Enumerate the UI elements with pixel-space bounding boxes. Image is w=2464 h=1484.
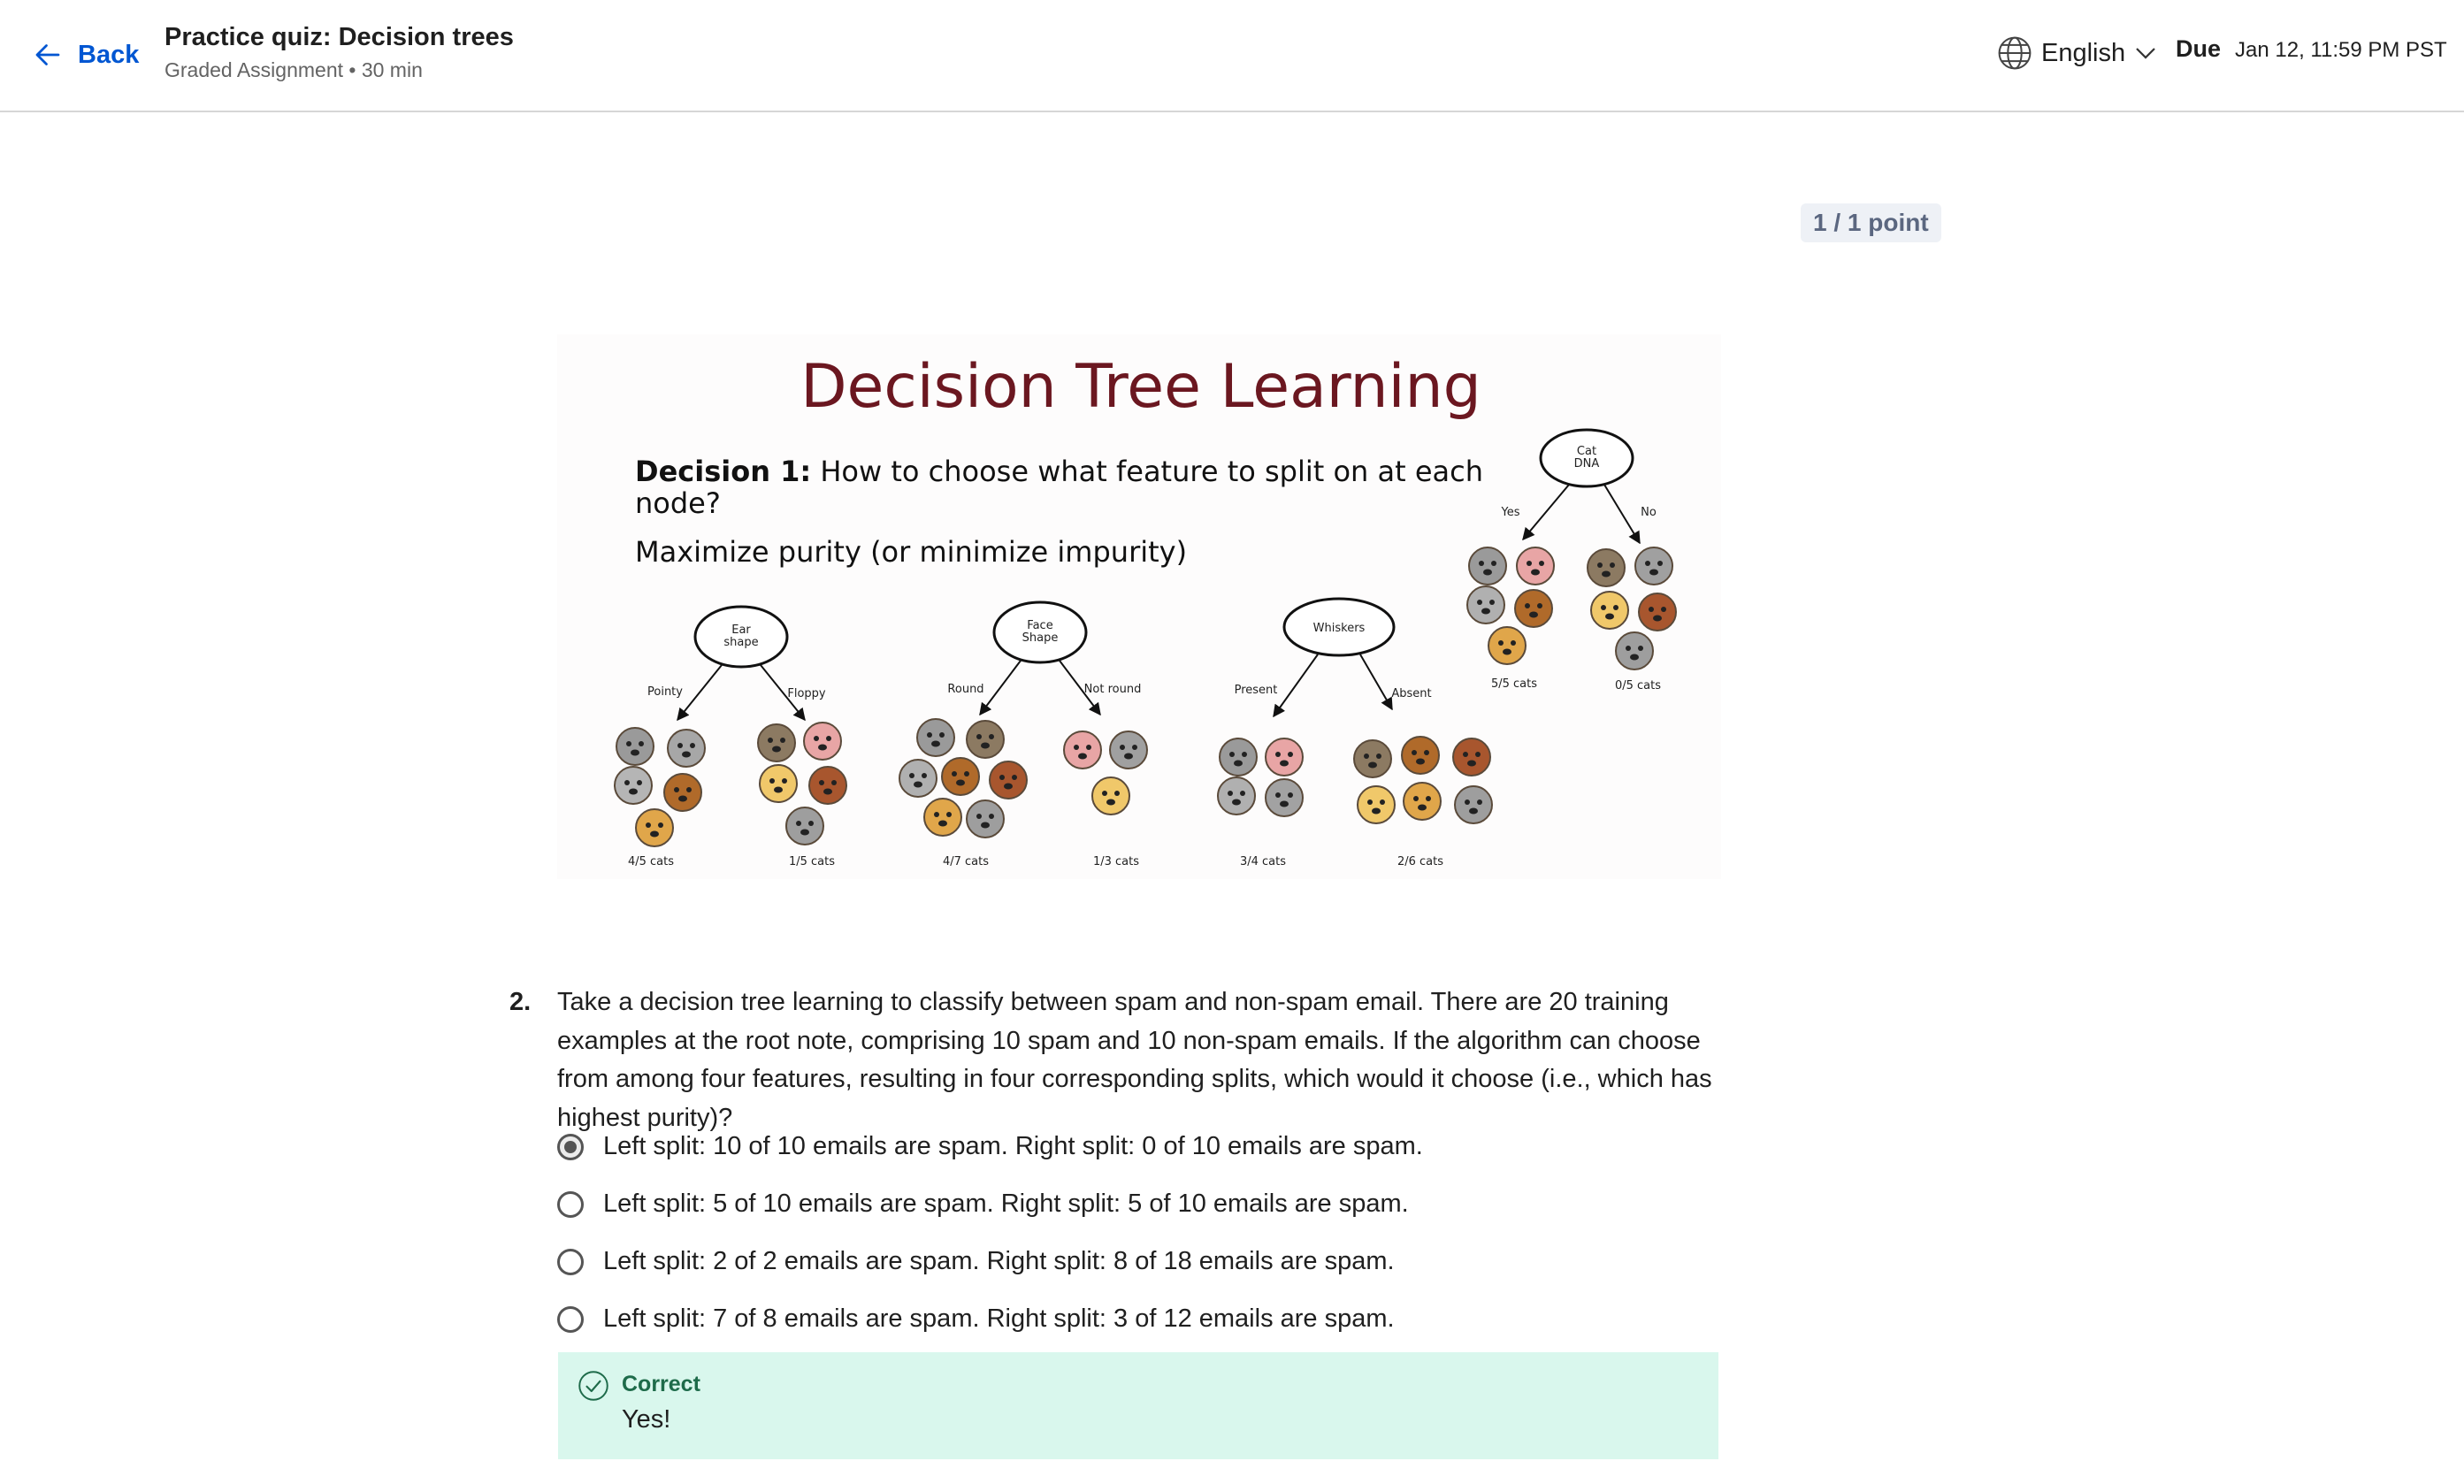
branch-arrow [1603,484,1641,545]
option-label: Left split: 2 of 2 emails are spam. Righ… [603,1247,1395,1275]
tree-whiskers: Whiskers Present Absent 3/4 cats 2/6 cat… [1217,597,1493,868]
branch-label: Round [947,683,983,696]
branch-arrow [1522,484,1570,541]
tree-cat-dna: Cat DNA Yes No 5/5 cats 0/5 cats [1466,428,1677,692]
tree-ear-shape: Ear shape Pointy Floppy 4/5 cats 1/5 cat… [614,605,847,868]
option-label: Left split: 10 of 10 emails are spam. Ri… [603,1132,1423,1160]
result-label: 4/5 cats [628,855,674,868]
branch-label: Not round [1084,683,1142,696]
decision-line-2: node? [635,486,721,520]
objective-text: Maximize purity (or minimize impurity) [635,535,1187,569]
branch-label: No [1641,506,1657,519]
result-label: 3/4 cats [1240,855,1286,868]
node-label: shape [723,636,758,649]
due-date-info: Due Jan 12, 11:59 PM PST [2176,35,2447,63]
assignment-subtitle: Graded Assignment • 30 min [165,58,423,81]
branch-label: Pointy [647,685,683,699]
arrow-left-icon [35,44,60,65]
node-label: DNA [1574,457,1600,470]
answer-option[interactable]: Left split: 2 of 2 emails are spam. Righ… [557,1233,1423,1290]
question-text: Take a decision tree learning to classif… [557,988,1712,1132]
branch-label: Absent [1391,687,1431,700]
page-title: Practice quiz: Decision trees [165,23,514,51]
radio-button[interactable] [557,1305,584,1333]
feedback-status: Correct [622,1372,700,1396]
points-badge: 1 / 1 point [1801,203,1941,242]
branch-label: Yes [1501,506,1520,519]
node-label: Face [1027,619,1052,632]
back-label: Back [78,40,140,69]
branch-arrow [979,660,1022,716]
decision-tree-diagram: Decision Tree Learning Decision 1: How t… [614,352,1677,868]
language-label: English [2041,38,2126,67]
check-circle-icon [578,1371,608,1401]
chevron-down-icon [2136,48,2155,59]
globe-icon [1998,36,2032,70]
branch-arrow [1359,654,1393,711]
tree-face-shape: Face Shape Round Not round 4/7 cats 1/3 … [899,600,1148,868]
animal-group [1466,547,1677,670]
node-label: Shape [1022,631,1059,645]
result-label: 0/5 cats [1615,679,1661,692]
node-label: Whiskers [1313,622,1366,635]
animal-group [899,718,1148,838]
due-date: Jan 12, 11:59 PM PST [2235,38,2447,62]
branch-arrow [1273,654,1319,718]
figure-title: Decision Tree Learning [800,352,1481,422]
quiz-title-block: Practice quiz: Decision trees Graded Ass… [165,19,514,85]
result-label: 2/6 cats [1397,855,1443,868]
result-label: 4/7 cats [943,855,989,868]
radio-button[interactable] [557,1248,584,1275]
answer-options: Left split: 10 of 10 emails are spam. Ri… [557,1118,1423,1348]
feedback-message: Yes! [622,1405,671,1434]
radio-button[interactable] [557,1190,584,1218]
branch-label: Floppy [787,687,826,700]
node-label: Ear [731,623,751,637]
option-label: Left split: 5 of 10 emails are spam. Rig… [603,1189,1409,1218]
radio-button-selected[interactable] [557,1133,584,1160]
top-bar: Back Practice quiz: Decision trees Grade… [0,0,2464,112]
result-label: 1/5 cats [789,855,835,868]
result-label: 1/3 cats [1093,855,1139,868]
option-label: Left split: 7 of 8 emails are spam. Righ… [603,1304,1395,1333]
animal-group [614,722,847,847]
feedback-panel: Correct Yes! [558,1352,1718,1459]
animal-group [1217,736,1493,824]
decision-line: Decision 1: How to choose what feature t… [635,455,1483,488]
result-label: 5/5 cats [1491,677,1537,691]
language-selector[interactable]: English [1995,30,2159,76]
question-number: 2. [509,988,532,1016]
answer-option[interactable]: Left split: 7 of 8 emails are spam. Righ… [557,1290,1423,1348]
back-button[interactable]: Back [32,32,139,78]
branch-label: Present [1235,684,1278,697]
branch-arrow [677,664,723,722]
answer-option[interactable]: Left split: 5 of 10 emails are spam. Rig… [557,1175,1423,1233]
answer-option[interactable]: Left split: 10 of 10 emails are spam. Ri… [557,1118,1423,1175]
node-label: Cat [1577,445,1596,458]
due-label: Due [2176,35,2222,62]
decision-tree-figure: Decision Tree Learning Decision 1: How t… [557,334,1721,879]
